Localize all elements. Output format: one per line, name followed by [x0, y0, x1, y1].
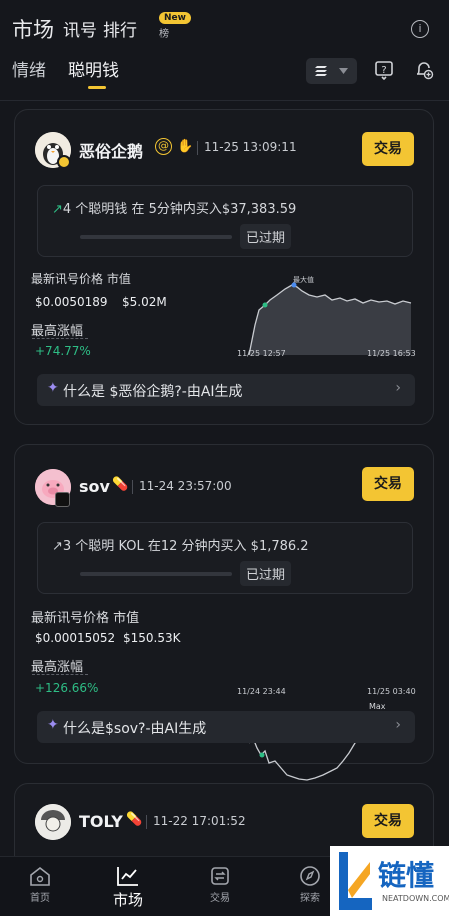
price-mcap-label: 最新讯号价格 市值 — [31, 611, 140, 626]
divider — [132, 480, 133, 494]
ai-explain-text: 什么是 $恶俗企鹅?-由AI生成 — [63, 384, 243, 400]
watermark-brand: 链懂 — [378, 859, 435, 892]
expired-badge: 已过期 — [240, 224, 292, 249]
signal-point-marker — [259, 752, 265, 758]
chart-end-time: 11/25 16:53 — [367, 349, 416, 358]
hand-icon: ✋ — [177, 139, 194, 154]
watermark-l-mark — [339, 852, 372, 910]
signal-time: 11-24 23:57:00 — [139, 479, 232, 493]
info-icon[interactable]: i — [411, 20, 429, 38]
signal-time: 11-22 17:01:52 — [153, 814, 246, 828]
help-icon[interactable]: ? — [374, 60, 394, 80]
chart-start-time: 11/25 12:57 — [237, 349, 286, 358]
nav-trade[interactable]: 交易 — [190, 865, 250, 904]
chart-start-time: 11/24 23:44 — [237, 687, 286, 696]
top-header: 市场 讯号 排行 New 榜 i 情绪 聪明钱 ? — [0, 0, 449, 100]
max-gain-label: 最高涨幅 — [31, 324, 84, 339]
token-name[interactable]: 恶俗企鹅 — [79, 138, 143, 162]
token-name[interactable]: sov — [79, 477, 110, 496]
toly-avatar-icon — [35, 804, 71, 840]
trend-up-icon: ↗ — [52, 539, 63, 554]
dashed-underline — [32, 674, 88, 675]
ai-explain-text: 什么是$sov?-由AI生成 — [63, 721, 207, 737]
svg-text:?: ? — [381, 65, 386, 76]
signal-progress-bar — [80, 235, 232, 239]
pill-icon: 💊 — [112, 477, 129, 492]
nav-market-label: 市场 — [112, 891, 143, 909]
chart-peak-label: 最大值 — [293, 276, 314, 284]
signal-price: $0.0050189 — [35, 295, 108, 309]
alert-bell-add-icon[interactable] — [414, 60, 434, 80]
nav-trade-label: 交易 — [210, 893, 230, 904]
ai-explain-bar[interactable]: ✦ 什么是 $恶俗企鹅?-由AI生成 › — [37, 374, 415, 406]
signal-text: ↗3 个聪明 KOL 在12 分钟内买入 $1,786.2 — [52, 535, 309, 554]
expired-badge: 已过期 — [240, 561, 292, 586]
tab-signal[interactable]: 讯号 — [63, 16, 97, 41]
chain-badge-icon — [55, 492, 70, 507]
signal-description: 4 个聪明钱 在 5分钟内买入$37,383.59 — [62, 202, 297, 217]
trade-button[interactable]: 交易 — [362, 132, 414, 166]
signal-card: 恶俗企鹅 @ ✋ 11-25 13:09:11 交易 ↗4 个聪明钱 在 5分钟… — [14, 109, 434, 425]
max-gain-value: +74.77% — [35, 344, 91, 358]
signal-progress-bar — [80, 572, 232, 576]
avatar — [35, 804, 71, 840]
signal-summary: ↗3 个聪明 KOL 在12 分钟内买入 $1,786.2 已过期 — [37, 522, 413, 594]
ai-explain-bar[interactable]: ✦ 什么是$sov?-由AI生成 › — [37, 711, 415, 743]
chart-end-time: 11/25 03:40 — [367, 687, 416, 696]
signal-price: $0.00015052 — [35, 631, 116, 645]
page-title: 市场 — [12, 18, 54, 42]
active-tab-indicator — [88, 86, 106, 89]
solana-chain-icon — [315, 66, 327, 76]
ai-sparkle-icon: ✦ — [47, 717, 59, 733]
signal-description: 3 个聪明 KOL 在12 分钟内买入 $1,786.2 — [62, 539, 309, 554]
chart-peak-label: Max — [369, 702, 386, 711]
nav-home-label: 首页 — [30, 893, 50, 904]
pill-icon: 💊 — [126, 812, 143, 827]
trade-button[interactable]: 交易 — [362, 804, 414, 838]
signal-time: 11-25 13:09:11 — [204, 140, 297, 154]
dashed-underline — [32, 338, 88, 339]
nav-home[interactable]: 首页 — [10, 865, 70, 904]
market-cap: $5.02M — [122, 295, 167, 309]
subtab-sentiment[interactable]: 情绪 — [12, 56, 46, 81]
signal-point-marker — [262, 302, 268, 308]
trade-swap-icon — [211, 867, 229, 885]
chevron-down-icon — [339, 68, 348, 74]
max-gain-label: 最高涨幅 — [31, 660, 84, 675]
signal-summary: ↗4 个聪明钱 在 5分钟内买入$37,383.59 已过期 — [37, 185, 413, 257]
chain-badge-icon — [57, 155, 71, 169]
signal-card: sov 💊 11-24 23:57:00 交易 ↗3 个聪明 KOL 在12 分… — [14, 444, 434, 781]
chevron-right-icon: › — [395, 380, 401, 396]
compass-icon — [300, 866, 320, 886]
tab-leaderboard-partial[interactable]: 榜 — [159, 25, 169, 40]
divider — [197, 141, 198, 155]
watermark-logo: 链懂 NEATDOWN.COM — [330, 846, 449, 916]
ai-sparkle-icon: ✦ — [47, 380, 59, 396]
divider — [146, 815, 147, 829]
price-mcap-label: 最新讯号价格 市值 — [31, 272, 131, 286]
max-gain-value: +126.66% — [35, 681, 99, 695]
token-name[interactable]: TOLY — [79, 812, 123, 831]
tab-ranking[interactable]: 排行 — [103, 16, 137, 41]
signal-text: ↗4 个聪明钱 在 5分钟内买入$37,383.59 — [52, 198, 296, 217]
nav-market[interactable]: 市场 — [98, 865, 158, 910]
signal-feed[interactable]: 恶俗企鹅 @ ✋ 11-25 13:09:11 交易 ↗4 个聪明钱 在 5分钟… — [0, 100, 449, 856]
trend-up-icon: ↗ — [52, 202, 63, 217]
chevron-right-icon: › — [395, 717, 401, 733]
trade-button[interactable]: 交易 — [362, 467, 414, 501]
watermark-url: NEATDOWN.COM — [382, 894, 449, 903]
market-cap: $150.53K — [123, 631, 181, 645]
subtab-smart-money[interactable]: 聪明钱 — [68, 56, 119, 81]
chain-selector[interactable] — [306, 58, 357, 84]
contract-at-icon[interactable]: @ — [155, 138, 172, 155]
home-icon — [30, 866, 50, 886]
chart-line-icon — [117, 867, 138, 886]
new-badge: New — [159, 12, 191, 24]
